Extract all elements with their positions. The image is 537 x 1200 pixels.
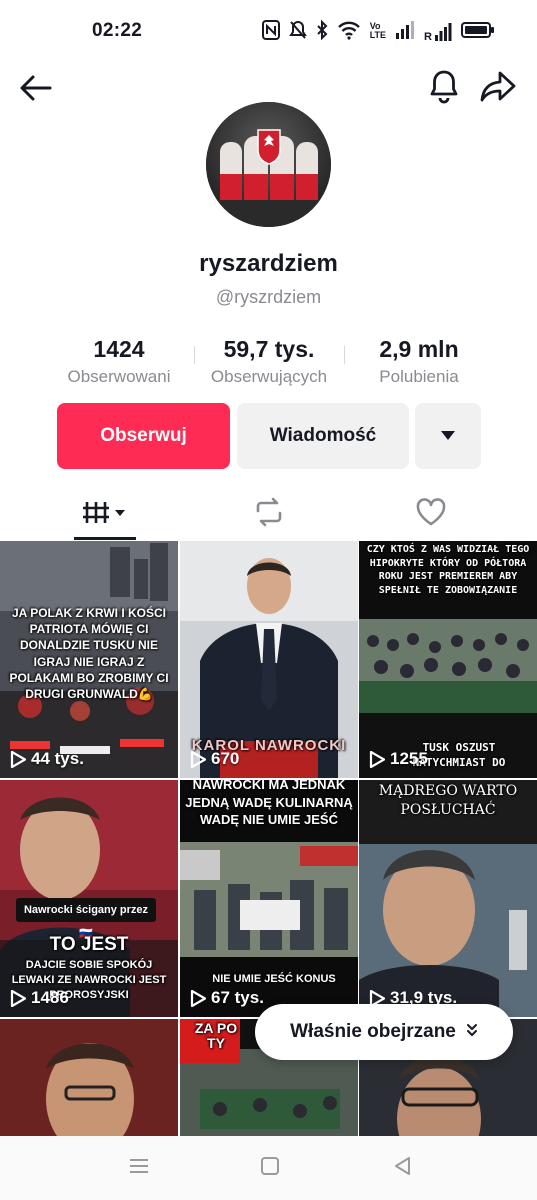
status-bar: 02:22 Vo LTE R bbox=[0, 0, 537, 62]
video-caption: MĄDREGO WARTO POSŁUCHAĆ bbox=[378, 783, 518, 818]
profile-stats: 1424 Obserwowani 59,7 tys. Obserwujących… bbox=[0, 336, 537, 392]
active-tab-indicator bbox=[74, 537, 136, 540]
profile-tabs bbox=[0, 488, 537, 540]
view-count: 1255 bbox=[369, 749, 428, 769]
view-count: 1486 bbox=[10, 988, 69, 1008]
video-caption: CZY KTOŚ Z WAS WIDZIAŁ TEGO HIPOKRYTE KT… bbox=[366, 544, 530, 596]
video-thumbnail[interactable]: CZY KTOŚ Z WAS WIDZIAŁ TEGO HIPOKRYTE KT… bbox=[359, 541, 537, 778]
battery-icon bbox=[461, 20, 495, 42]
recently-watched-label: Właśnie obejrzane bbox=[290, 1021, 456, 1042]
stat-following-label: Obserwowani bbox=[67, 367, 171, 386]
view-count: 44 tys. bbox=[10, 749, 84, 769]
videos-tab-icon bbox=[81, 497, 129, 532]
nfc-icon bbox=[261, 20, 280, 42]
video-caption-tag: Nawrocki ścigany przez 🇷🇺 bbox=[16, 898, 156, 940]
liked-tab-icon bbox=[415, 497, 447, 532]
menu-icon[interactable] bbox=[128, 1156, 150, 1181]
back-triangle-icon[interactable] bbox=[393, 1156, 413, 1181]
system-nav-bar bbox=[0, 1136, 537, 1200]
share-icon[interactable] bbox=[478, 68, 518, 104]
tab-liked[interactable] bbox=[400, 488, 462, 540]
bell-icon[interactable] bbox=[426, 68, 462, 104]
volte-indicator: Vo LTE bbox=[369, 21, 387, 40]
reposts-tab-icon bbox=[252, 497, 286, 532]
play-icon bbox=[190, 750, 206, 768]
video-thumbnail[interactable]: NAWROCKI MA JEDNAK JEDNĄ WADĘ KULINARNĄ … bbox=[180, 780, 358, 1017]
stat-likes: 2,9 mln Polubienia bbox=[344, 336, 494, 387]
more-options-button[interactable] bbox=[415, 403, 481, 469]
status-icons: Vo LTE R bbox=[261, 19, 495, 43]
message-button[interactable]: Wiadomość bbox=[237, 403, 409, 469]
tab-reposts[interactable] bbox=[238, 488, 300, 540]
mute-icon bbox=[288, 20, 307, 42]
chevron-double-down-icon bbox=[466, 1021, 478, 1043]
stat-likes-label: Polubienia bbox=[379, 367, 459, 386]
stat-following[interactable]: 1424 Obserwowani bbox=[44, 336, 194, 387]
caret-down-icon bbox=[439, 425, 457, 447]
play-icon bbox=[190, 989, 206, 1007]
video-caption: TO JEST bbox=[49, 934, 129, 955]
follow-button[interactable]: Obserwuj bbox=[57, 403, 230, 469]
stat-likes-value: 2,9 mln bbox=[379, 336, 459, 362]
stat-followers-label: Obserwujących bbox=[210, 367, 328, 386]
stat-followers[interactable]: 59,7 tys. Obserwujących bbox=[194, 336, 344, 387]
video-caption: ZA PO TY bbox=[194, 1020, 238, 1052]
view-count: 67 tys. bbox=[190, 988, 264, 1008]
stat-following-value: 1424 bbox=[93, 336, 145, 362]
video-caption: NAWROCKI MA JEDNAK JEDNĄ WADĘ KULINARNĄ … bbox=[185, 780, 353, 828]
wifi-icon bbox=[337, 20, 361, 42]
video-thumbnail[interactable] bbox=[0, 1019, 178, 1136]
play-icon bbox=[369, 750, 385, 768]
recently-watched-button[interactable]: Właśnie obejrzane bbox=[255, 1004, 513, 1060]
video-thumbnail[interactable]: KAROL NAWROCKI 670 bbox=[180, 541, 358, 778]
signal-icon bbox=[395, 20, 415, 42]
video-caption-bottom: NIE UMIE JEŚĆ KONUS bbox=[212, 973, 336, 985]
tab-videos[interactable] bbox=[74, 488, 136, 540]
view-count: 670 bbox=[190, 749, 239, 769]
avatar[interactable] bbox=[206, 102, 331, 227]
play-icon bbox=[10, 750, 26, 768]
user-handle: @ryszrdziem bbox=[215, 287, 322, 307]
video-thumbnail[interactable]: MĄDREGO WARTO POSŁUCHAĆ 31,9 tys. bbox=[359, 780, 537, 1017]
video-caption: JA POLAK Z KRWI I KOŚCI PATRIOTA MÓWIĘ C… bbox=[9, 606, 169, 701]
status-time: 02:22 bbox=[92, 20, 143, 41]
back-arrow-icon[interactable] bbox=[18, 70, 54, 106]
stat-followers-value: 59,7 tys. bbox=[223, 336, 315, 362]
home-square-icon[interactable] bbox=[260, 1156, 280, 1181]
bluetooth-icon bbox=[316, 19, 328, 42]
video-thumbnail[interactable]: Nawrocki ścigany przez 🇷🇺 TO JEST DAJCIE… bbox=[0, 780, 178, 1017]
username: ryszardziem bbox=[199, 250, 338, 277]
play-icon bbox=[10, 989, 26, 1007]
video-thumbnail[interactable]: JA POLAK Z KRWI I KOŚCI PATRIOTA MÓWIĘ C… bbox=[0, 541, 178, 778]
roaming-signal: R bbox=[424, 20, 452, 43]
